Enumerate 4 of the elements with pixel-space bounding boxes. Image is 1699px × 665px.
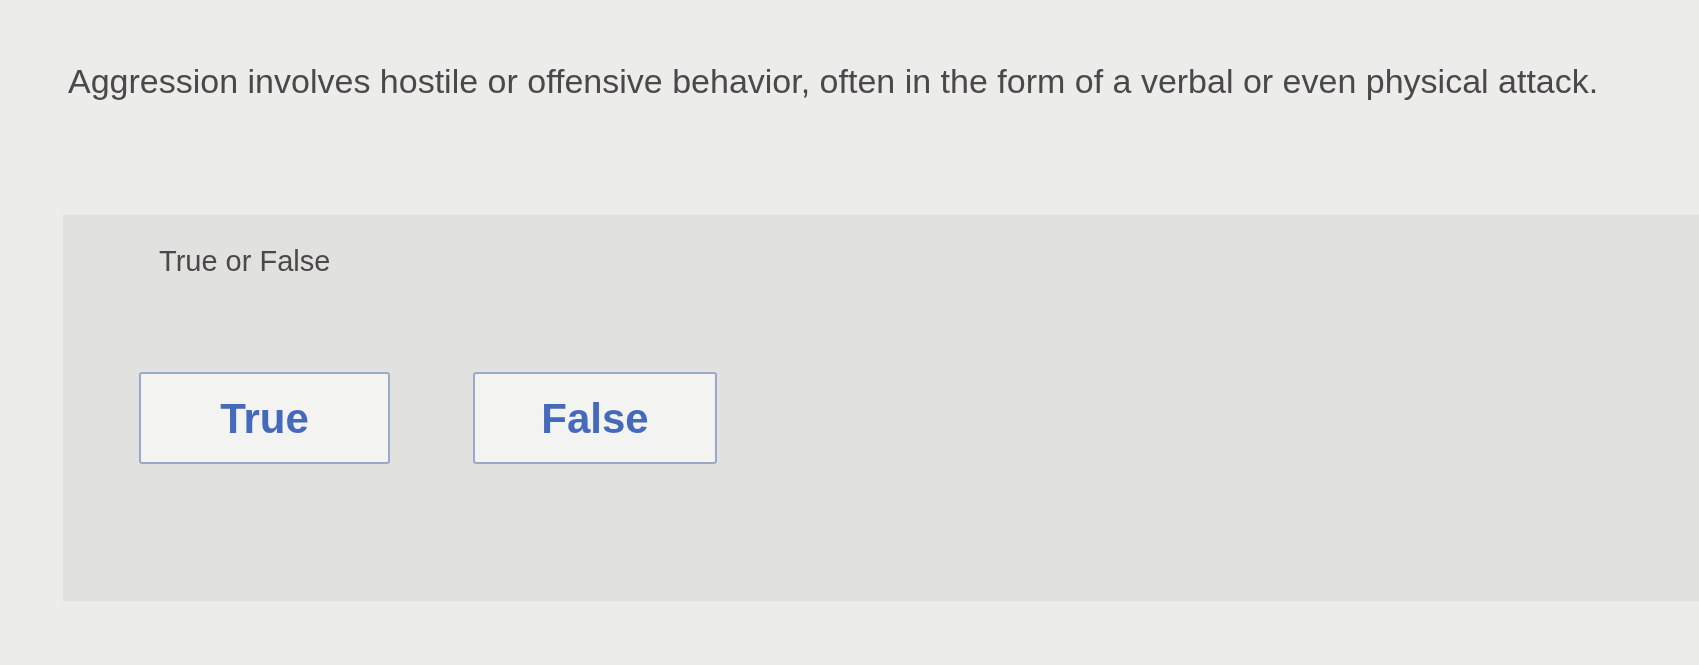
- answer-option[interactable]: True: [139, 372, 390, 464]
- question-text: Aggression involves hostile or offensive behavior, often in the form of a verbal or even physical attack.: [68, 61, 1599, 101]
- prompt-text: True or False: [159, 244, 331, 278]
- answer-option[interactable]: False: [473, 372, 717, 464]
